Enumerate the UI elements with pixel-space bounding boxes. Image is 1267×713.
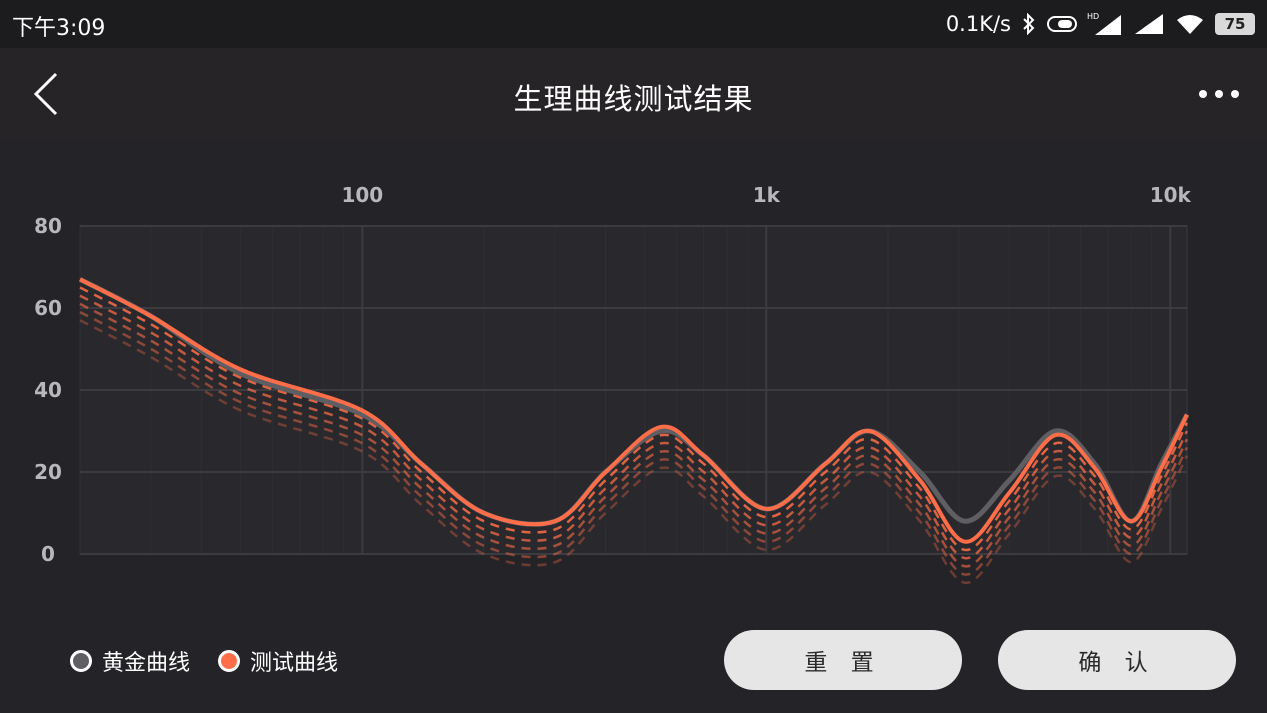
signal-icon [1135,14,1163,34]
battery-level: 75 [1224,15,1246,33]
chart-legend: 黄金曲线 测试曲线 [70,645,338,677]
status-bar: 下午3:09 0.1K/s HD 75 [0,0,1267,48]
toggle-icon [1047,16,1077,32]
app-bar: 生理曲线测试结果 [0,48,1267,140]
y-tick-label: 20 [34,460,62,484]
bluetooth-icon [1023,13,1035,35]
y-tick-label: 80 [34,214,62,238]
golden-curve-dot-icon [70,650,92,672]
legend-label-golden: 黄金曲线 [102,651,191,676]
x-tick-label: 1k [753,183,781,207]
chart-svg: 100 1k 10k 0 20 40 60 80 [34,183,1192,584]
confirm-button[interactable]: 确 认 [998,630,1236,690]
x-tick-label: 10k [1150,183,1192,207]
y-tick-label: 0 [41,542,55,566]
frequency-response-chart: 100 1k 10k 0 20 40 60 80 [0,140,1267,610]
test-curve-dot-icon [218,650,241,672]
hd-signal-icon: HD [1087,12,1121,35]
reset-button[interactable]: 重 置 [724,630,962,690]
svg-text:HD: HD [1087,12,1099,21]
battery-icon: 75 [1215,13,1255,35]
y-tick-label: 40 [34,378,62,402]
y-tick-label: 60 [34,296,62,320]
wifi-icon [1177,15,1203,34]
legend-item-test: 测试曲线 [218,645,338,677]
x-tick-label: 100 [341,183,383,207]
net-speed: 0.1K/s [945,12,1011,36]
page-title: 生理曲线测试结果 [513,82,754,116]
legend-label-test: 测试曲线 [250,651,339,676]
legend-item-golden: 黄金曲线 [70,645,190,677]
more-button[interactable] [1195,78,1243,110]
status-time: 下午3:09 [12,16,106,41]
more-dots-icon [1199,90,1239,98]
status-icons: 0.1K/s HD 75 [946,8,1255,40]
